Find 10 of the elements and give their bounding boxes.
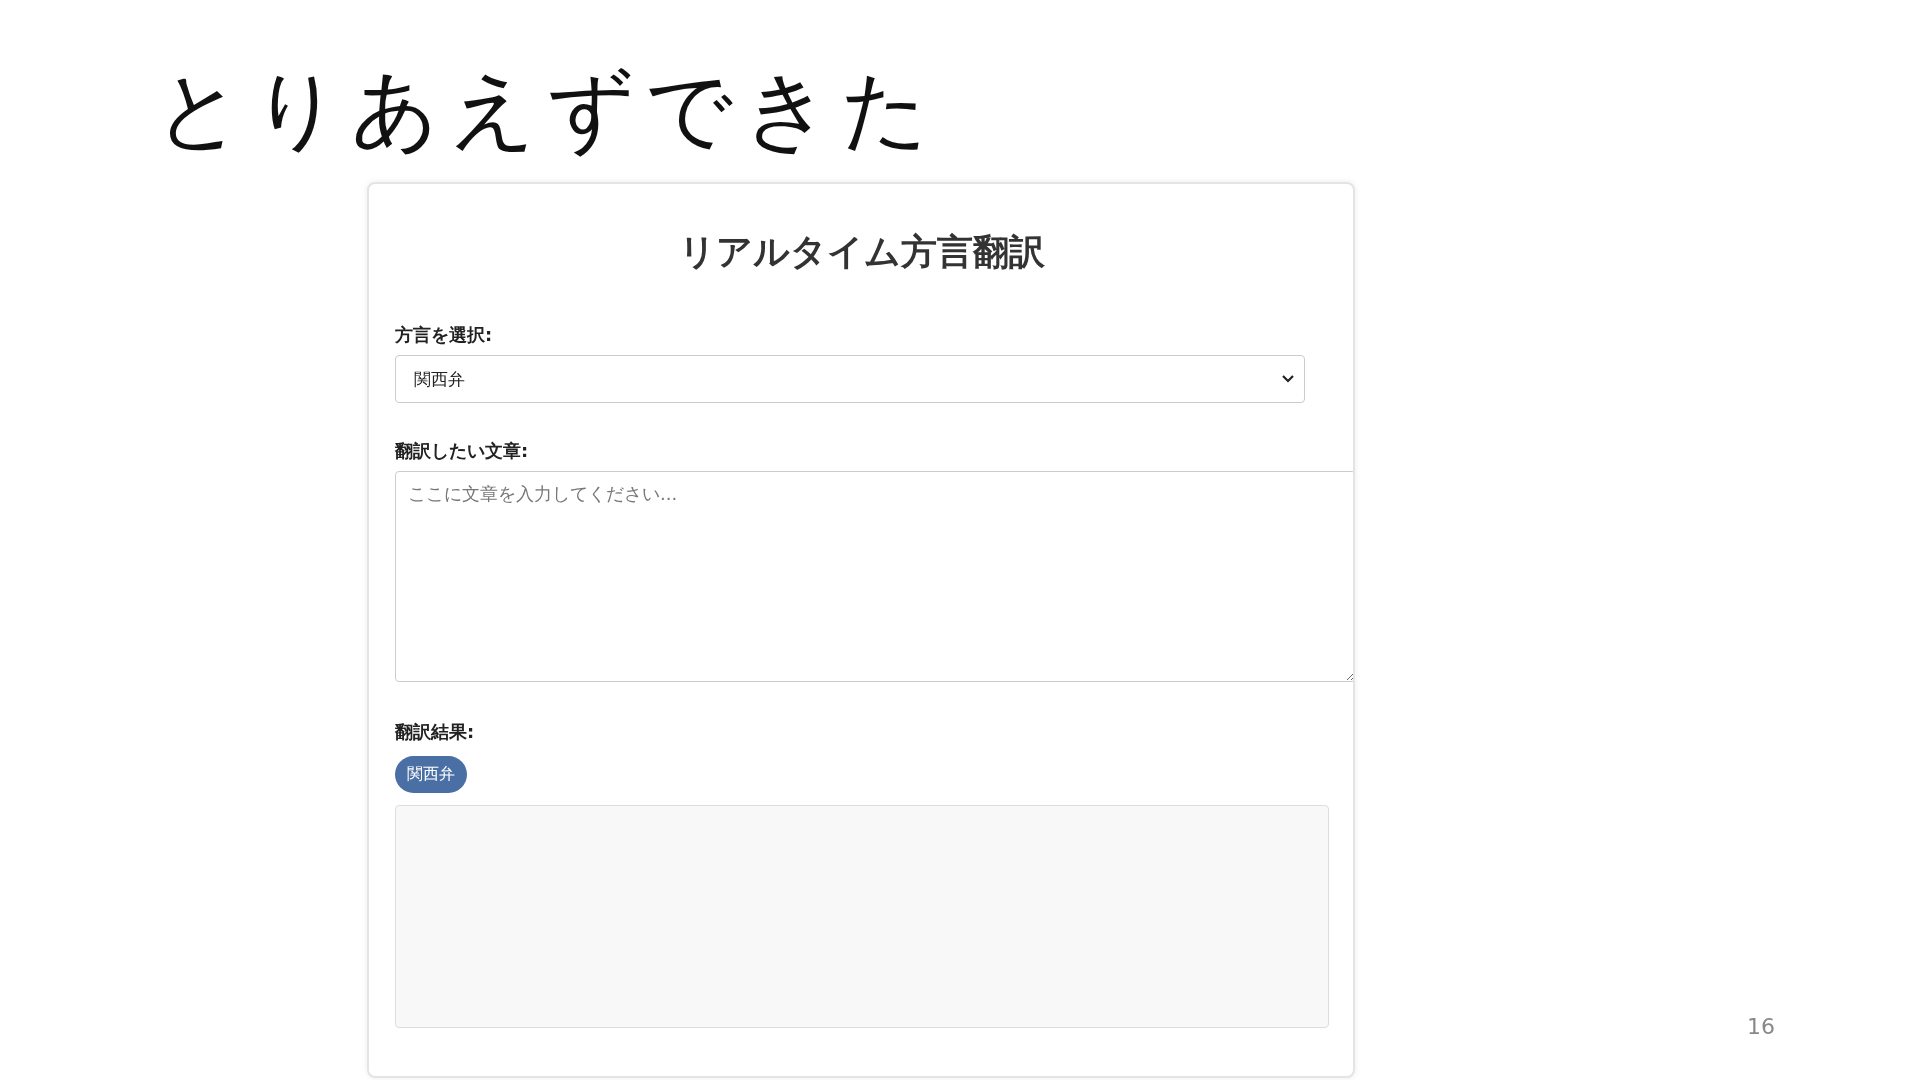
input-label: 翻訳したい文章: bbox=[395, 439, 529, 463]
chevron-down-icon bbox=[1282, 375, 1294, 383]
page-number: 16 bbox=[1747, 1014, 1775, 1039]
result-label: 翻訳結果: bbox=[395, 720, 475, 744]
dialect-select[interactable]: 関西弁 bbox=[395, 355, 1305, 403]
text-input-field[interactable]: ここに文章を入力してください... bbox=[395, 471, 1353, 682]
dialect-badge: 関西弁 bbox=[395, 756, 467, 793]
dialect-label: 方言を選択: bbox=[395, 323, 493, 347]
slide-title: とりあえずできた bbox=[155, 58, 939, 161]
app-title: リアルタイム方言翻訳 bbox=[678, 230, 1046, 274]
